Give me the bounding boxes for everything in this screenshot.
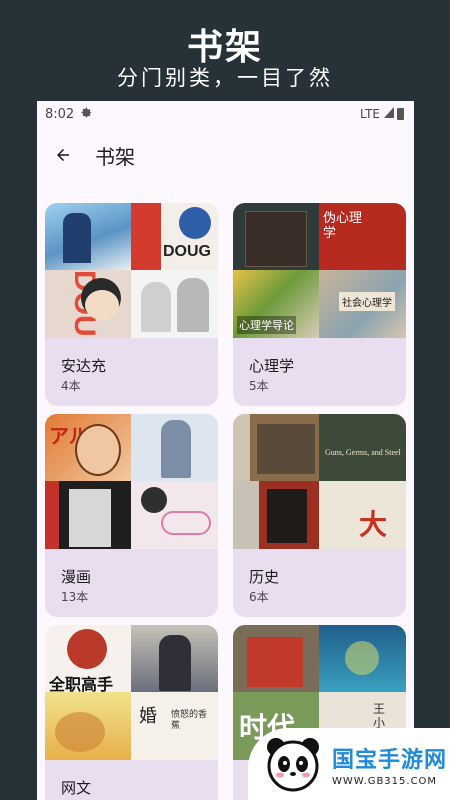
- app-bar: 书架: [37, 127, 414, 183]
- cover-mosaic: 全职高手 婚 愤怒的香蕉: [45, 625, 218, 760]
- book-cover: [131, 481, 218, 549]
- cover-text: 伪心理学: [323, 211, 363, 241]
- phone-screen: 8:02 LTE 书架 DOUG 安达充 4本 伪心理学 心理学导论 社会心理学…: [37, 101, 414, 800]
- settings-gear-icon: [80, 106, 93, 123]
- cover-text: Guns, Germs, and Steel: [325, 448, 401, 457]
- watermark-text: 国宝手游网 WWW.GB315.COM: [332, 742, 447, 787]
- shelf-count: 4本: [61, 379, 81, 393]
- book-cover: [233, 414, 319, 481]
- promo-subtitle: 分门别类，一目了然: [117, 66, 333, 90]
- site-watermark: 国宝手游网 WWW.GB315.COM: [248, 728, 450, 800]
- book-cover: アル: [45, 414, 131, 481]
- book-cover: 心理学导论: [233, 270, 319, 338]
- book-cover: [131, 270, 218, 338]
- book-cover: 伪心理学: [319, 203, 406, 270]
- shelf-card[interactable]: アル 漫画 13本: [45, 414, 218, 617]
- cover-text: 心理学导论: [237, 316, 296, 334]
- book-cover: Guns, Germs, and Steel: [319, 414, 406, 481]
- status-time: 8:02: [45, 106, 75, 122]
- book-cover: [131, 625, 218, 692]
- book-cover: [131, 414, 218, 481]
- book-cover: 全职高手: [45, 625, 131, 692]
- cover-text: 社会心理学: [339, 292, 395, 311]
- page-title: 书架: [95, 144, 135, 169]
- book-cover: 大明: [319, 481, 406, 549]
- shelf-count: 5本: [249, 379, 269, 393]
- book-cover: 社会心理学: [319, 270, 406, 338]
- cover-text: 愤怒的香蕉: [171, 710, 208, 731]
- signal-icon: [384, 106, 394, 122]
- shelf-card[interactable]: DOUG DOUG 安达充 4本: [45, 203, 218, 406]
- shelf-name: 网文: [61, 779, 92, 797]
- back-arrow-icon[interactable]: [51, 143, 75, 167]
- shelf-count: 13本: [61, 590, 89, 604]
- cover-text: 全职高手: [49, 675, 114, 692]
- book-cover: [233, 481, 319, 549]
- book-cover: [45, 692, 131, 760]
- shelf-name: 心理学: [249, 357, 295, 375]
- shelf-name: 历史: [249, 568, 280, 586]
- book-cover: DOUG: [131, 203, 218, 270]
- cover-text: 婚: [139, 706, 157, 727]
- watermark-brand: 国宝手游网: [332, 747, 448, 773]
- battery-icon: [397, 108, 404, 120]
- book-cover: [45, 481, 131, 549]
- cover-mosaic: Guns, Germs, and Steel 大明: [233, 414, 406, 549]
- shelf-count: 6本: [249, 590, 269, 604]
- book-cover: 婚 愤怒的香蕉: [131, 692, 218, 760]
- book-cover: [319, 625, 406, 692]
- status-bar: 8:02 LTE: [37, 101, 414, 127]
- cover-mosaic: 伪心理学 心理学导论 社会心理学: [233, 203, 406, 338]
- cover-text: DOUG: [163, 243, 211, 260]
- shelf-name: 安达充: [61, 357, 107, 375]
- network-label: LTE: [360, 107, 380, 121]
- book-cover: [233, 625, 319, 692]
- book-cover: [233, 203, 319, 270]
- shelf-card[interactable]: Guns, Germs, and Steel 大明 历史 6本: [233, 414, 406, 617]
- book-cover: [45, 203, 131, 270]
- cover-mosaic: アル: [45, 414, 218, 549]
- cover-text: 大明: [359, 508, 388, 549]
- book-cover: DOUG: [45, 270, 131, 338]
- watermark-url: WWW.GB315.COM: [332, 775, 438, 787]
- shelf-card[interactable]: 全职高手 婚 愤怒的香蕉 网文: [45, 625, 218, 800]
- cover-mosaic: DOUG DOUG: [45, 203, 218, 338]
- panda-logo-icon: [262, 733, 324, 795]
- shelf-name: 漫画: [61, 568, 92, 586]
- shelf-card[interactable]: 伪心理学 心理学导论 社会心理学 心理学 5本: [233, 203, 406, 406]
